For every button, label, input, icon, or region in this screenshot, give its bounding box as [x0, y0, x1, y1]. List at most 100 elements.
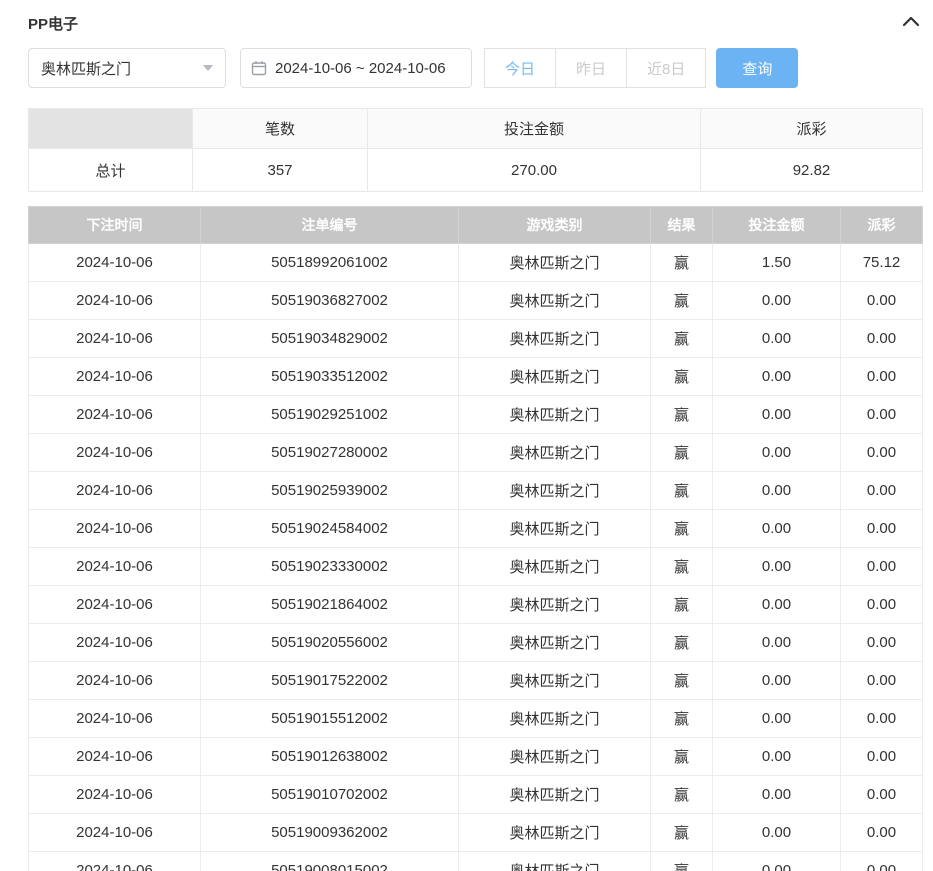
- page-title: PP电子: [28, 13, 78, 34]
- cell-payout: 0.00: [841, 624, 923, 662]
- cell-bet-amount: 0.00: [713, 282, 841, 320]
- cell-result: 赢: [651, 738, 713, 776]
- summary-total-bet-amount: 270.00: [368, 149, 701, 192]
- quick-button-last-8-days[interactable]: 近8日: [626, 48, 706, 88]
- table-row: 2024-10-0650519012638002奥林匹斯之门赢0.000.00: [29, 738, 923, 776]
- cell-order-id: 50519029251002: [201, 396, 459, 434]
- cell-game-type: 奥林匹斯之门: [459, 700, 651, 738]
- cell-bet-amount: 0.00: [713, 852, 841, 871]
- date-range-value: 2024-10-06 ~ 2024-10-06: [275, 60, 446, 77]
- summary-col-payout: 派彩: [701, 109, 923, 149]
- cell-order-id: 50519034829002: [201, 320, 459, 358]
- cell-order-id: 50519027280002: [201, 434, 459, 472]
- cell-bet-amount: 0.00: [713, 510, 841, 548]
- game-select-value: 奥林匹斯之门: [41, 58, 131, 79]
- cell-result: 赢: [651, 586, 713, 624]
- quick-button-yesterday[interactable]: 昨日: [555, 48, 627, 88]
- cell-bet-amount: 0.00: [713, 472, 841, 510]
- cell-game-type: 奥林匹斯之门: [459, 396, 651, 434]
- summary-total-row: 总计 357 270.00 92.82: [29, 149, 923, 192]
- cell-bet-amount: 0.00: [713, 586, 841, 624]
- table-col-result: 结果: [651, 207, 713, 244]
- cell-bet-amount: 0.00: [713, 700, 841, 738]
- cell-result: 赢: [651, 624, 713, 662]
- filter-bar: 奥林匹斯之门 2024-10-06 ~ 2024-10-06 今日昨日近8日 查…: [28, 48, 922, 88]
- cell-result: 赢: [651, 548, 713, 586]
- table-row: 2024-10-0650519020556002奥林匹斯之门赢0.000.00: [29, 624, 923, 662]
- cell-bet-amount: 0.00: [713, 662, 841, 700]
- cell-bet-amount: 0.00: [713, 434, 841, 472]
- table-row: 2024-10-0650519023330002奥林匹斯之门赢0.000.00: [29, 548, 923, 586]
- cell-result: 赢: [651, 814, 713, 852]
- cell-result: 赢: [651, 320, 713, 358]
- cell-payout: 0.00: [841, 738, 923, 776]
- cell-order-id: 50519024584002: [201, 510, 459, 548]
- cell-result: 赢: [651, 776, 713, 814]
- cell-order-id: 50519015512002: [201, 700, 459, 738]
- cell-game-type: 奥林匹斯之门: [459, 244, 651, 282]
- table-row: 2024-10-0650519008015002奥林匹斯之门赢0.000.00: [29, 852, 923, 871]
- cell-bet-time: 2024-10-06: [29, 510, 201, 548]
- chevron-up-icon: [902, 14, 920, 32]
- date-range-input[interactable]: 2024-10-06 ~ 2024-10-06: [240, 48, 472, 88]
- summary-header-row: 笔数 投注金额 派彩: [29, 109, 923, 149]
- cell-result: 赢: [651, 282, 713, 320]
- cell-bet-time: 2024-10-06: [29, 472, 201, 510]
- search-button[interactable]: 查询: [716, 48, 798, 88]
- table-row: 2024-10-0650519029251002奥林匹斯之门赢0.000.00: [29, 396, 923, 434]
- summary-col-count: 笔数: [193, 109, 368, 149]
- cell-bet-amount: 0.00: [713, 624, 841, 662]
- cell-payout: 0.00: [841, 434, 923, 472]
- cell-game-type: 奥林匹斯之门: [459, 662, 651, 700]
- quick-date-button-group: 今日昨日近8日: [484, 48, 706, 88]
- cell-order-id: 50519025939002: [201, 472, 459, 510]
- cell-game-type: 奥林匹斯之门: [459, 358, 651, 396]
- cell-bet-time: 2024-10-06: [29, 282, 201, 320]
- cell-bet-time: 2024-10-06: [29, 244, 201, 282]
- cell-payout: 0.00: [841, 472, 923, 510]
- cell-bet-amount: 0.00: [713, 814, 841, 852]
- report-panel: PP电子 奥林匹斯之门 2024-10-06 ~ 2024-10-06 今日昨日…: [0, 0, 933, 871]
- table-col-bet-time: 下注时间: [29, 207, 201, 244]
- cell-bet-time: 2024-10-06: [29, 852, 201, 871]
- cell-game-type: 奥林匹斯之门: [459, 738, 651, 776]
- table-row: 2024-10-0650519021864002奥林匹斯之门赢0.000.00: [29, 586, 923, 624]
- cell-result: 赢: [651, 358, 713, 396]
- cell-payout: 0.00: [841, 852, 923, 871]
- cell-game-type: 奥林匹斯之门: [459, 852, 651, 871]
- cell-bet-time: 2024-10-06: [29, 548, 201, 586]
- cell-bet-time: 2024-10-06: [29, 738, 201, 776]
- cell-bet-time: 2024-10-06: [29, 358, 201, 396]
- calendar-icon: [251, 60, 267, 76]
- cell-bet-amount: 0.00: [713, 776, 841, 814]
- game-select[interactable]: 奥林匹斯之门: [28, 48, 226, 88]
- cell-payout: 0.00: [841, 700, 923, 738]
- cell-payout: 0.00: [841, 814, 923, 852]
- table-col-payout: 派彩: [841, 207, 923, 244]
- cell-bet-time: 2024-10-06: [29, 586, 201, 624]
- cell-game-type: 奥林匹斯之门: [459, 776, 651, 814]
- summary-total-count: 357: [193, 149, 368, 192]
- bet-records-table: 下注时间注单编号游戏类别结果投注金额派彩 2024-10-06505189920…: [28, 206, 923, 871]
- cell-bet-time: 2024-10-06: [29, 662, 201, 700]
- table-col-bet-amount: 投注金额: [713, 207, 841, 244]
- cell-game-type: 奥林匹斯之门: [459, 814, 651, 852]
- cell-order-id: 50519023330002: [201, 548, 459, 586]
- cell-bet-amount: 0.00: [713, 738, 841, 776]
- cell-game-type: 奥林匹斯之门: [459, 548, 651, 586]
- cell-result: 赢: [651, 510, 713, 548]
- quick-button-today[interactable]: 今日: [484, 48, 556, 88]
- cell-payout: 0.00: [841, 396, 923, 434]
- cell-order-id: 50519036827002: [201, 282, 459, 320]
- cell-order-id: 50519021864002: [201, 586, 459, 624]
- table-row: 2024-10-0650518992061002奥林匹斯之门赢1.5075.12: [29, 244, 923, 282]
- cell-payout: 0.00: [841, 358, 923, 396]
- summary-col-bet-amount: 投注金额: [368, 109, 701, 149]
- cell-bet-time: 2024-10-06: [29, 434, 201, 472]
- chevron-down-icon: [203, 65, 213, 71]
- cell-payout: 75.12: [841, 244, 923, 282]
- cell-payout: 0.00: [841, 586, 923, 624]
- cell-bet-time: 2024-10-06: [29, 320, 201, 358]
- summary-table: 笔数 投注金额 派彩 总计 357 270.00 92.82: [28, 108, 923, 192]
- collapse-panel-button[interactable]: [900, 12, 922, 34]
